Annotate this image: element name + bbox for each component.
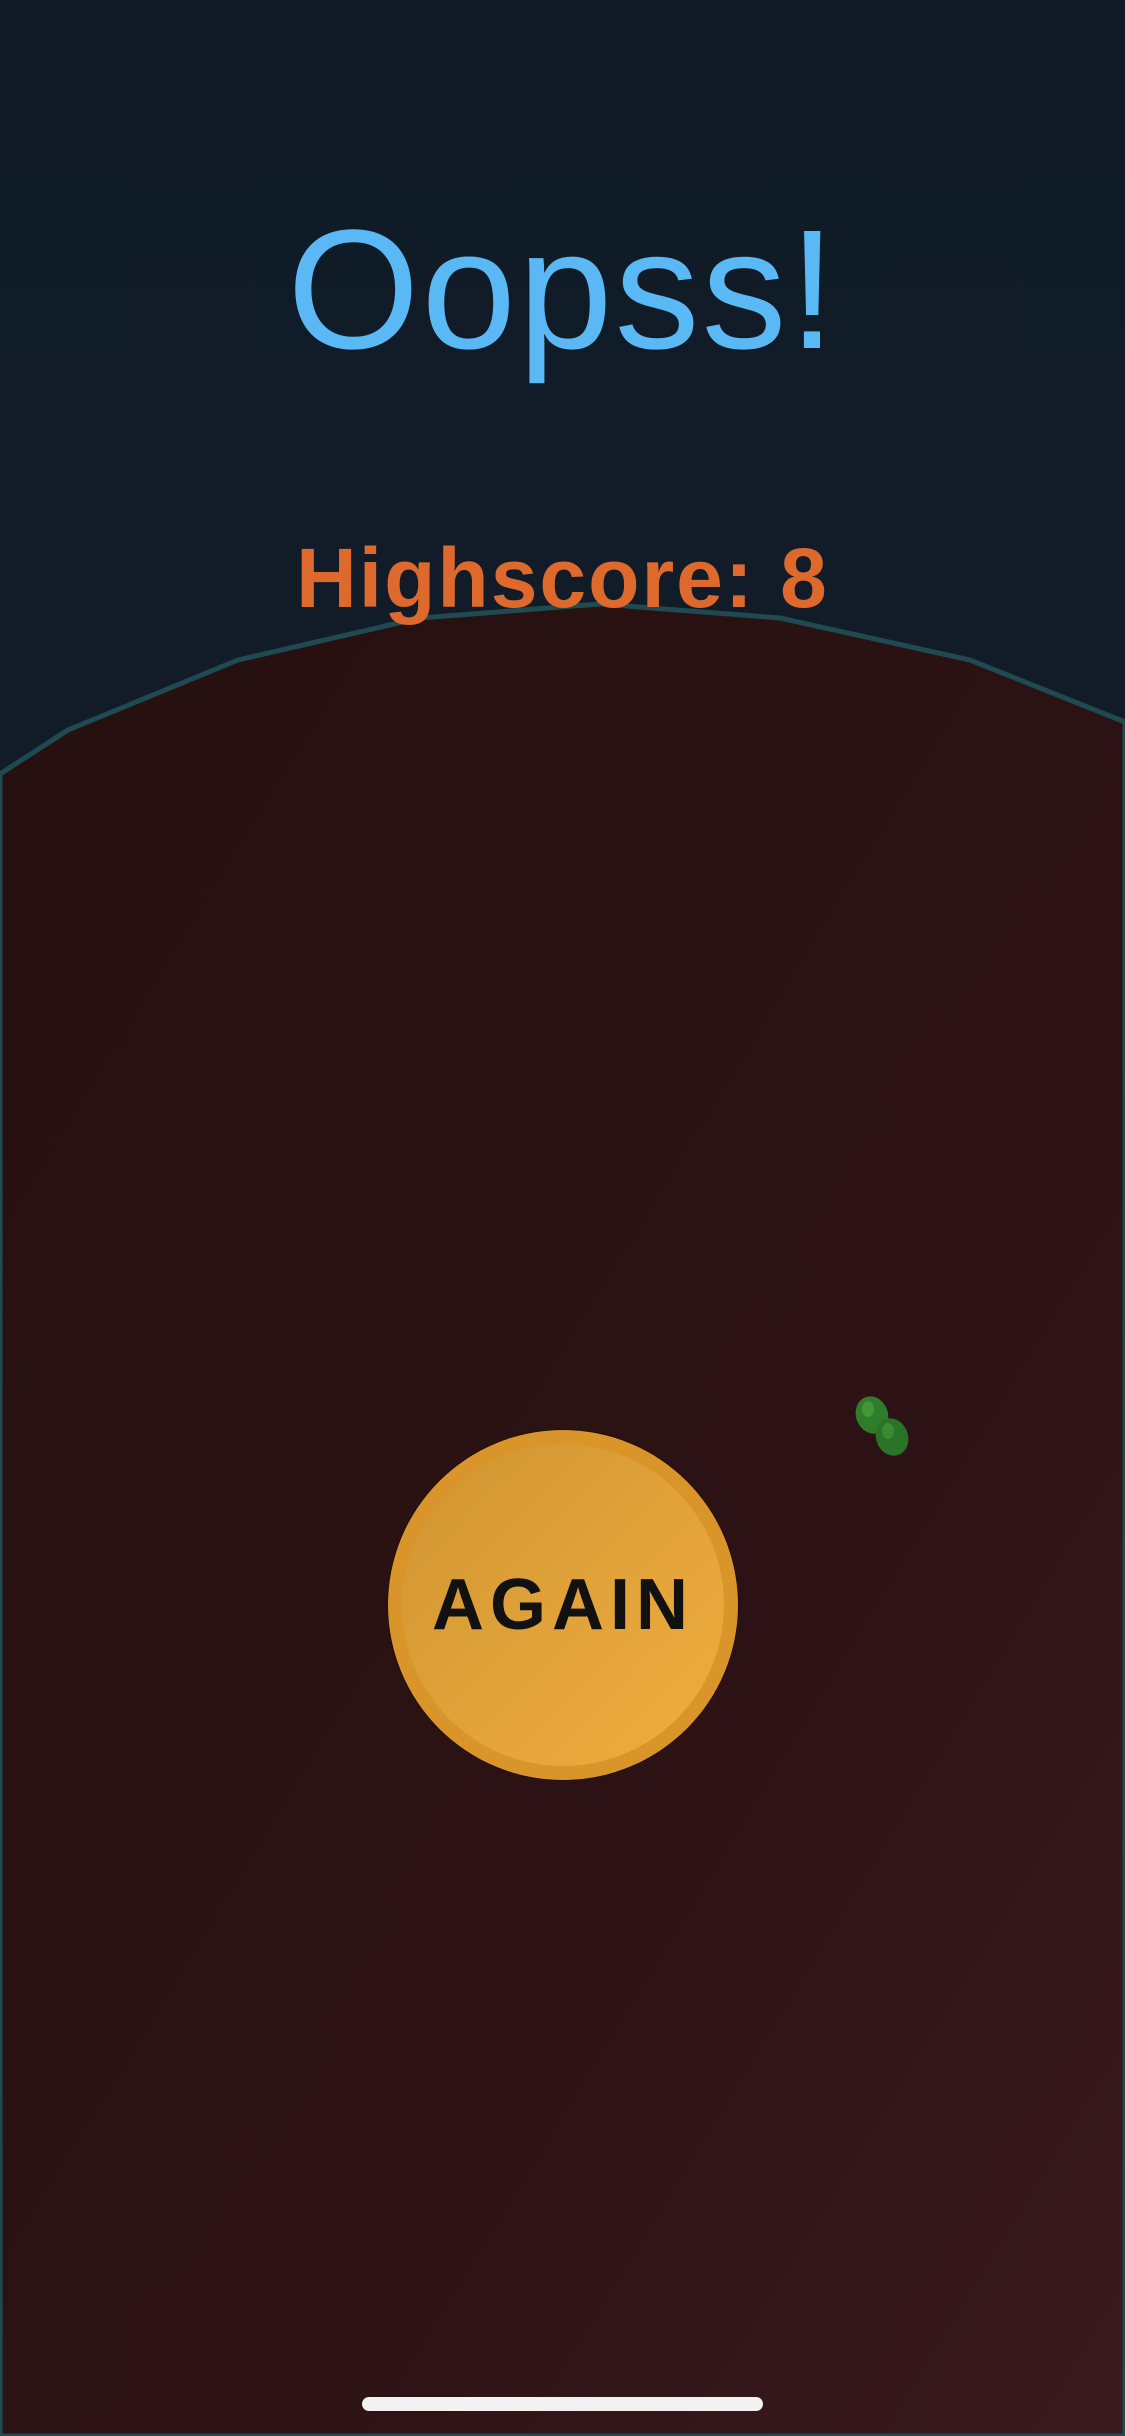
again-button[interactable]: AGAIN [388,1430,738,1780]
game-over-screen: Oopss! Highscore: 8 AGAIN [0,0,1125,2436]
green-blob-icon [855,1396,909,1456]
again-button-label: AGAIN [432,1565,694,1645]
highscore-label: Highscore: 8 [296,531,829,625]
home-indicator[interactable] [362,2397,763,2411]
game-over-title: Oopss! [287,195,838,385]
